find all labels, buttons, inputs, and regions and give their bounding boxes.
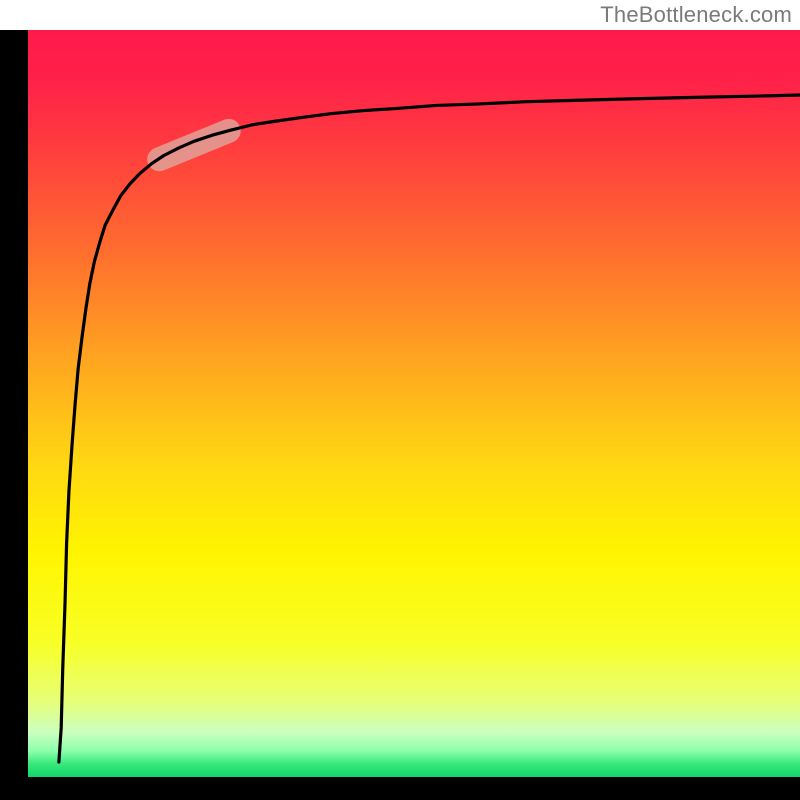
axis-left-band [0,30,28,800]
chart-container [0,0,800,800]
attribution-label: TheBottleneck.com [600,2,792,28]
chart-svg [0,0,800,800]
axis-bottom-band [0,777,800,800]
plot-background [28,30,800,777]
